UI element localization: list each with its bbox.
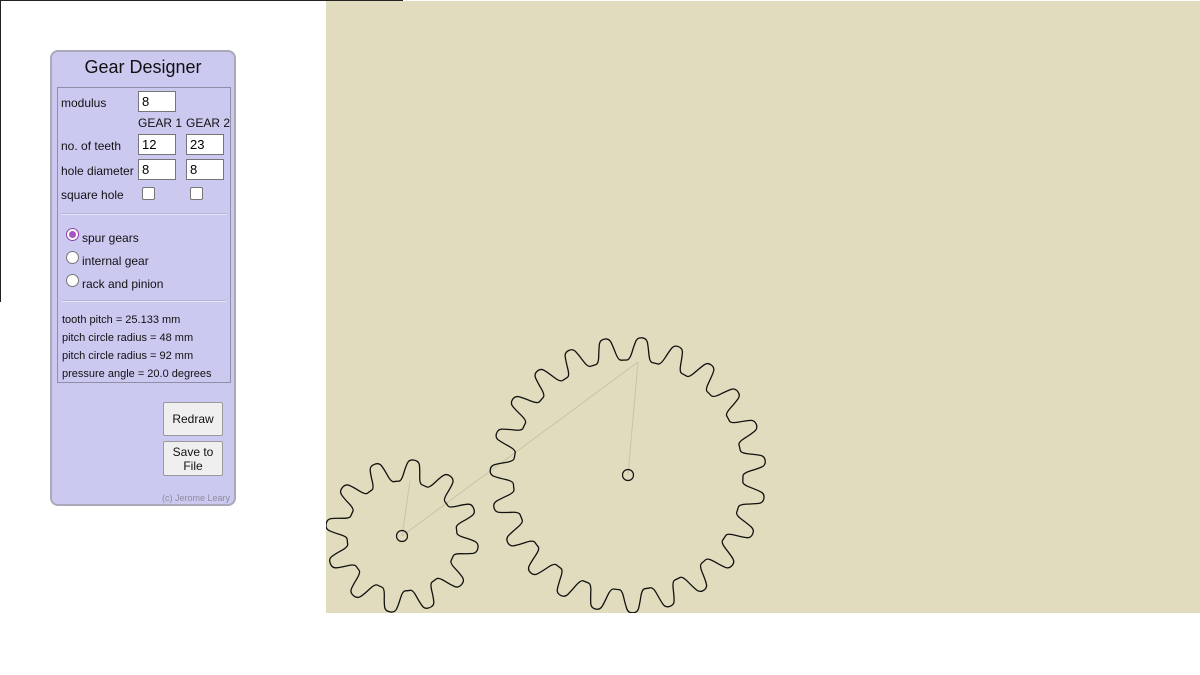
construction-lines [401,361,639,537]
gear-2-teeth-input[interactable] [186,134,224,155]
save-button-label-line-1: Save to [172,444,214,459]
credit-text: (c) Jerome Leary [161,493,230,503]
tooth-pitch-text: tooth pitch = 25.133 mm [62,314,181,326]
gear-1-header: GEAR 1 [138,116,183,130]
gear-1-hole-input[interactable] [138,159,176,180]
gear-1-teeth-input[interactable] [138,134,176,155]
panel-title: Gear Designer [84,57,202,77]
spur-gears-radio[interactable] [66,228,79,241]
frame-line-left [0,0,1,302]
gear-1-square-hole-checkbox[interactable] [142,187,155,200]
internal-gear-label[interactable]: internal gear [82,254,149,268]
internal-gear-radio[interactable] [66,251,79,264]
save-button-label-line-2: File [183,458,203,473]
gear-2-hole-input[interactable] [186,159,224,180]
construction-line [401,480,411,537]
pitch-radius-2-text: pitch circle radius = 92 mm [62,350,194,362]
gear-2-square-hole-checkbox[interactable] [190,187,203,200]
gear-2-outline [489,337,766,613]
pitch-radius-1-text: pitch circle radius = 48 mm [62,332,194,344]
spur-gears-label[interactable]: spur gears [82,231,139,245]
gear-drawing-canvas[interactable] [326,1,1200,613]
gear-drawing [326,337,766,613]
pressure-angle-text: pressure angle = 20.0 degrees [62,368,212,380]
modulus-label: modulus [61,96,107,110]
modulus-input[interactable] [138,91,176,112]
teeth-label: no. of teeth [61,139,122,153]
square-hole-label: square hole [61,188,124,202]
hole-diameter-label: hole diameter [61,164,134,178]
gear-designer-panel: Gear Designer modulus GEAR 1 GEAR 2 no. … [50,50,236,506]
gear-2-header: GEAR 2 [186,116,231,130]
settings-box: modulus GEAR 1 GEAR 2 no. of teeth hole … [57,87,231,383]
rack-and-pinion-radio[interactable] [66,274,79,287]
construction-line [627,361,639,476]
construction-line [401,361,639,537]
save-to-file-button[interactable]: Save to File [163,441,223,476]
divider [62,300,226,302]
rack-and-pinion-label[interactable]: rack and pinion [82,277,163,291]
app: Gear Designer modulus GEAR 1 GEAR 2 no. … [0,0,1200,675]
redraw-button[interactable]: Redraw [163,402,223,436]
divider [62,213,226,215]
